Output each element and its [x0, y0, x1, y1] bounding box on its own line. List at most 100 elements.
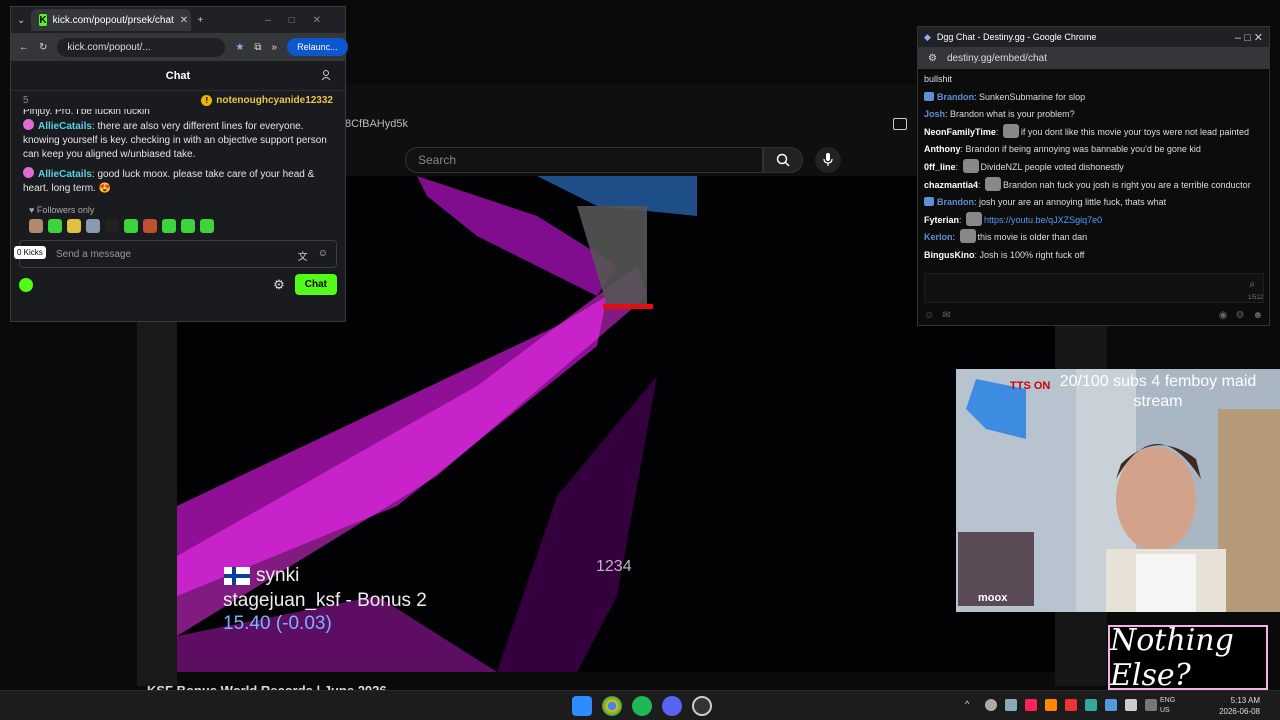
dgg-message-list: bullshit Brandon: SunkenSubmarine for slo… — [918, 69, 1269, 267]
voice-search-button[interactable] — [815, 147, 841, 173]
clock-time: 5:13 AM — [1230, 696, 1260, 705]
emote-icon[interactable] — [48, 219, 62, 233]
dgg-username[interactable]: Brandon — [937, 92, 974, 102]
emote-icon[interactable] — [143, 219, 157, 233]
steam-tray-icon[interactable] — [1005, 699, 1017, 711]
mic-tray-icon[interactable] — [1125, 699, 1137, 711]
reload-icon[interactable]: ↻ — [39, 42, 47, 53]
lang-bottom: US — [1160, 707, 1170, 714]
emote-icon[interactable] — [124, 219, 138, 233]
dgg-message: BingusKino: Josh is 100% right fuck off — [924, 249, 1085, 260]
dgg-link[interactable]: https://youtu.be/qJXZSgiq7e0 — [984, 215, 1102, 225]
kick-coin-icon[interactable] — [19, 277, 33, 292]
relaunch-button[interactable]: Relaunc... — [287, 38, 348, 56]
clock-date: 2026-06-08 — [1219, 707, 1260, 716]
user-badge-icon — [23, 119, 34, 130]
dgg-username[interactable]: Brandon — [937, 197, 974, 207]
chrome-tray-icon[interactable] — [985, 699, 997, 711]
chat-title: Chat — [165, 69, 191, 82]
brave-tray-icon[interactable] — [1025, 699, 1037, 711]
dgg-username[interactable]: 0ff_line — [924, 162, 956, 172]
cast-icon[interactable] — [893, 118, 907, 130]
dgg-username[interactable]: Anthony — [924, 144, 961, 154]
pinned-bar[interactable]: 5 ! notenoughcyanide12332 — [11, 91, 345, 109]
start-icon[interactable] — [572, 696, 592, 716]
chat-username[interactable]: AllieCatails — [38, 169, 92, 180]
back-icon[interactable]: ← — [19, 42, 29, 53]
dgg-username[interactable]: chazmantia4 — [924, 180, 978, 190]
more-tabs-icon[interactable]: » — [272, 42, 278, 53]
kick-message-input[interactable]: 0 Kicks Send a message 文 ☺ — [14, 240, 337, 268]
nothing-else-logo: Nothing Else? — [1108, 623, 1268, 693]
clock[interactable]: 5:13 AM 2026-06-08 — [1219, 695, 1260, 717]
window-controls[interactable]: –□✕ — [265, 15, 339, 26]
extensions-icon[interactable]: ⧉ — [254, 42, 261, 53]
emote-icon[interactable] — [181, 219, 195, 233]
app-tray-icon[interactable] — [1105, 699, 1117, 711]
hud-map-name: stagejuan_ksf - Bonus 2 — [223, 590, 427, 611]
kick-chat-window: ⌄ K kick.com/popout/prsek/chat ✕ + –□✕ ←… — [10, 6, 348, 322]
emote-icon[interactable] — [86, 219, 100, 233]
dgg-text: Brandon what is your problem? — [950, 109, 1075, 120]
dgg-message: bullshit — [924, 71, 1263, 89]
chat-username[interactable]: AllieCatails — [38, 121, 92, 132]
dgg-username[interactable]: BingusKino — [924, 250, 975, 260]
dgg-url[interactable]: destiny.gg/embed/chat — [947, 53, 1047, 64]
discord-icon[interactable] — [662, 696, 682, 716]
tray-chevron-icon[interactable]: ^ — [965, 699, 977, 711]
language-indicator[interactable]: ENG US — [1160, 696, 1175, 716]
obs-icon[interactable] — [692, 696, 712, 716]
search-button[interactable] — [763, 147, 803, 173]
emoji-icon[interactable]: ☺ — [318, 248, 328, 263]
dgg-message-input[interactable] — [924, 273, 1264, 303]
app-tray-icon[interactable] — [1045, 699, 1057, 711]
dgg-text: Josh is 100% right fuck off — [979, 249, 1085, 260]
app-tray-icon[interactable] — [1085, 699, 1097, 711]
emote-menu-icon[interactable]: ☺ — [924, 310, 934, 321]
emote-icon — [959, 229, 976, 244]
users-icon[interactable]: ☻ — [1252, 310, 1263, 321]
followers-only-text: Followers only — [36, 205, 95, 215]
kick-tab-bar: ⌄ K kick.com/popout/prsek/chat ✕ + –□✕ — [11, 7, 345, 33]
youtube-url-fragment[interactable]: 8CfBAHyd5k — [345, 118, 408, 130]
chrome-icon[interactable] — [602, 696, 622, 716]
send-chat-button[interactable]: Chat — [294, 274, 337, 295]
mic-icon — [823, 153, 833, 166]
flair-icon — [924, 197, 934, 207]
cut-message: Pinjuy. Pro. I'be fuckin fuckin — [23, 109, 150, 117]
app-tray-icon[interactable] — [1065, 699, 1077, 711]
settings-icon[interactable]: ⚙ — [1236, 310, 1245, 321]
user-settings-icon[interactable] — [321, 69, 333, 81]
youtube-search-input[interactable]: Search — [405, 147, 763, 173]
emote-icon[interactable] — [200, 219, 214, 233]
attach-icon[interactable]: ⌕ — [1249, 279, 1255, 290]
gear-icon[interactable]: ⚙ — [273, 277, 285, 293]
eye-icon[interactable]: ◉ — [1219, 310, 1228, 321]
emote-icon[interactable] — [105, 219, 119, 233]
close-tab-icon[interactable]: ✕ — [180, 15, 188, 26]
app-tray-icon[interactable] — [1145, 699, 1157, 711]
dgg-username[interactable]: NeonFamilyTime — [924, 127, 996, 137]
spotify-icon[interactable] — [632, 696, 652, 716]
translate-icon[interactable]: 文 — [298, 248, 308, 263]
dgg-username[interactable]: Fyterian — [924, 215, 959, 225]
dgg-message: Josh: Brandon what is your problem? — [924, 109, 1075, 120]
kick-chat-header: Chat — [11, 61, 345, 91]
emote-icon[interactable] — [67, 219, 81, 233]
emote-icon[interactable] — [162, 219, 176, 233]
user-badge-icon — [23, 167, 34, 178]
dgg-username[interactable]: Kerlon — [924, 232, 953, 242]
kick-tab[interactable]: K kick.com/popout/prsek/chat ✕ — [31, 9, 192, 31]
dgg-text: Brandon nah fuck you josh is right you a… — [1003, 179, 1251, 190]
new-tab-icon[interactable]: + — [197, 15, 203, 26]
emote-icon[interactable] — [29, 219, 43, 233]
whispers-icon[interactable]: ✉ — [942, 310, 950, 321]
site-info-icon[interactable]: ⚙ — [928, 53, 937, 64]
window-controls[interactable]: – □ ✕ — [1235, 31, 1263, 44]
dgg-username[interactable]: Josh — [924, 109, 945, 119]
bookmark-star-icon[interactable]: ★ — [235, 42, 244, 53]
tab-list-icon[interactable]: ⌄ — [17, 15, 25, 26]
dgg-message: 0ff_line: DivideNZL people voted dishone… — [924, 158, 1263, 177]
kick-logo-icon: K — [39, 14, 47, 26]
kick-url-field[interactable]: kick.com/popout/... — [57, 37, 226, 57]
